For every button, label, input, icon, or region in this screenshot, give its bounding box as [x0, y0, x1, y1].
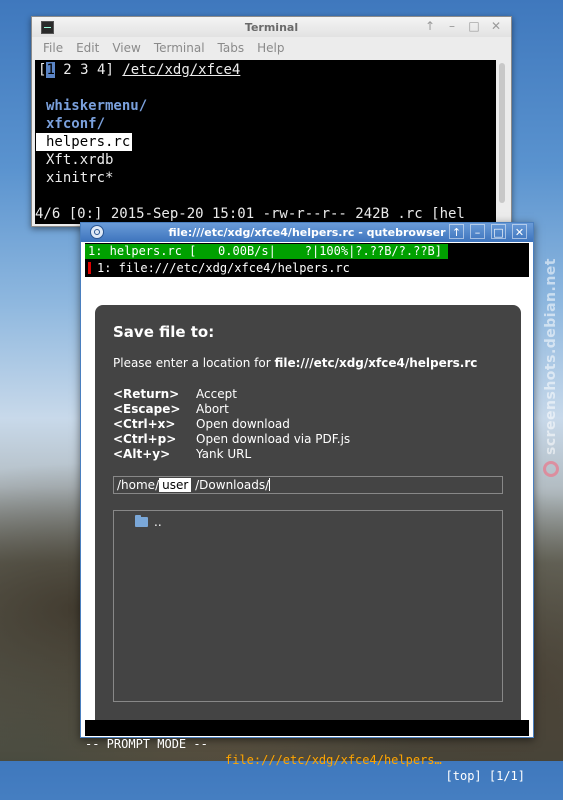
download-bar[interactable]: 1: helpers.rc [ 0.00B/s| ?|100%|?.??B/?.…: [85, 244, 448, 259]
terminal-scrollbar[interactable]: [496, 60, 508, 224]
restore-icon[interactable]: □: [467, 19, 481, 33]
key-row: <Ctrl+p> Open download via PDF.js: [113, 432, 350, 447]
menu-view[interactable]: View: [107, 41, 148, 55]
menu-terminal[interactable]: Terminal: [149, 41, 213, 55]
prompt-text-prefix: Please enter a location for: [113, 356, 275, 370]
menu-tabs[interactable]: Tabs: [213, 41, 253, 55]
current-path: /etc/xdg/xfce4: [122, 62, 241, 78]
close-icon[interactable]: ✕: [512, 224, 527, 239]
key-row: <Ctrl+x> Open download: [113, 417, 350, 432]
statusbar: -- PROMPT MODE -- file:///etc/xdg/xfce4/…: [85, 720, 529, 783]
menu-file[interactable]: File: [38, 41, 71, 55]
terminal-titlebar[interactable]: Terminal ↑ – □ ✕: [32, 17, 511, 37]
key-name: <Return>: [113, 387, 180, 401]
prompt-description: Please enter a location for file:///etc/…: [113, 356, 477, 370]
key-action: Open download via PDF.js: [196, 432, 351, 446]
key-row: <Return> Accept: [113, 387, 350, 402]
file-entry-helpers-selected[interactable]: helpers.rc: [36, 133, 133, 151]
menu-help[interactable]: Help: [252, 41, 292, 55]
window-controls: ↑ – □ ✕: [423, 19, 503, 33]
status-url: file:///etc/xdg/xfce4/helpers…: [225, 753, 442, 767]
dir-entry-whiskermenu[interactable]: whiskermenu/: [46, 97, 147, 115]
folder-icon: [135, 515, 148, 527]
path-user-segment: user: [159, 478, 192, 492]
file-entry-xinitrc[interactable]: xinitrc*: [46, 169, 113, 187]
qb-top-bars: 1: helpers.rc [ 0.00B/s| ?|100%|?.??B/?.…: [85, 243, 529, 277]
qutebrowser-window: file:///etc/xdg/xfce4/helpers.rc - quteb…: [80, 222, 534, 783]
key-row: <Alt+y> Yank URL: [113, 447, 350, 462]
minimize-icon[interactable]: –: [445, 19, 459, 33]
key-name: <Ctrl+x>: [113, 417, 176, 431]
ranger-status-line: 4/6 [0:] 2015-Sep-20 15:01 -rw-r--r-- 24…: [35, 206, 465, 222]
status-mode: -- PROMPT MODE --: [85, 737, 208, 751]
save-file-prompt: Save file to: Please enter a location fo…: [95, 305, 521, 725]
tab-title[interactable]: 1: file:///etc/xdg/xfce4/helpers.rc: [85, 261, 350, 276]
terminal-window: Terminal ↑ – □ ✕ File Edit View Terminal…: [31, 16, 512, 227]
key-name: <Ctrl+p>: [113, 432, 177, 446]
qb-window-controls: ↑ – □ ✕: [449, 224, 527, 239]
debian-logo-icon: [543, 460, 559, 477]
key-name: <Escape>: [113, 402, 181, 416]
prompt-url: file:///etc/xdg/xfce4/helpers.rc: [274, 356, 478, 370]
key-bindings: <Return> Accept <Escape> Abort <Ctrl+x> Ope…: [113, 387, 350, 462]
path-prefix: /home/: [117, 478, 160, 492]
menu-edit[interactable]: Edit: [71, 41, 107, 55]
active-tab-number: 1: [46, 62, 55, 78]
watermark-text: screenshots.debian.net: [543, 258, 559, 455]
file-list-item-parent[interactable]: ..: [135, 515, 162, 529]
file-list-item-label: ..: [154, 515, 162, 529]
minimize-icon[interactable]: –: [470, 224, 485, 239]
save-path-input[interactable]: /home/user /Downloads/: [113, 476, 503, 494]
key-name: <Alt+y>: [113, 447, 171, 461]
dir-entry-xfconf[interactable]: xfconf/: [46, 115, 105, 133]
page-content: Save file to: Please enter a location fo…: [85, 279, 529, 725]
other-tab-numbers: 2 3 4]: [54, 62, 114, 78]
terminal-menubar: File Edit View Terminal Tabs Help: [32, 37, 511, 59]
terminal-output[interactable]: [1 2 3 4] /etc/xdg/xfce4 whiskermenu/ xf…: [35, 60, 498, 224]
file-completion-list[interactable]: ..: [113, 510, 503, 702]
key-action: Open download: [196, 417, 290, 431]
watermark: screenshots.debian.net: [541, 258, 561, 518]
scrollbar-thumb[interactable]: [499, 63, 505, 203]
prompt-title: Save file to:: [113, 323, 215, 341]
status-position: [top] [1/1]: [445, 769, 525, 783]
close-icon[interactable]: ✕: [489, 19, 503, 33]
key-row: <Escape> Abort: [113, 402, 350, 417]
key-action: Accept: [196, 387, 237, 401]
file-entry-xft[interactable]: Xft.xrdb: [46, 151, 113, 169]
maximize-arrow-icon[interactable]: ↑: [449, 224, 464, 239]
restore-icon[interactable]: □: [491, 224, 506, 239]
text-caret: [269, 478, 271, 491]
maximize-arrow-icon[interactable]: ↑: [423, 19, 437, 33]
path-suffix: /Downloads/: [195, 478, 270, 492]
key-action: Abort: [196, 402, 229, 416]
key-action: Yank URL: [196, 447, 252, 461]
qutebrowser-titlebar[interactable]: file:///etc/xdg/xfce4/helpers.rc - quteb…: [81, 223, 533, 242]
ranger-tabs-line: [1 2 3 4] /etc/xdg/xfce4: [38, 61, 240, 79]
